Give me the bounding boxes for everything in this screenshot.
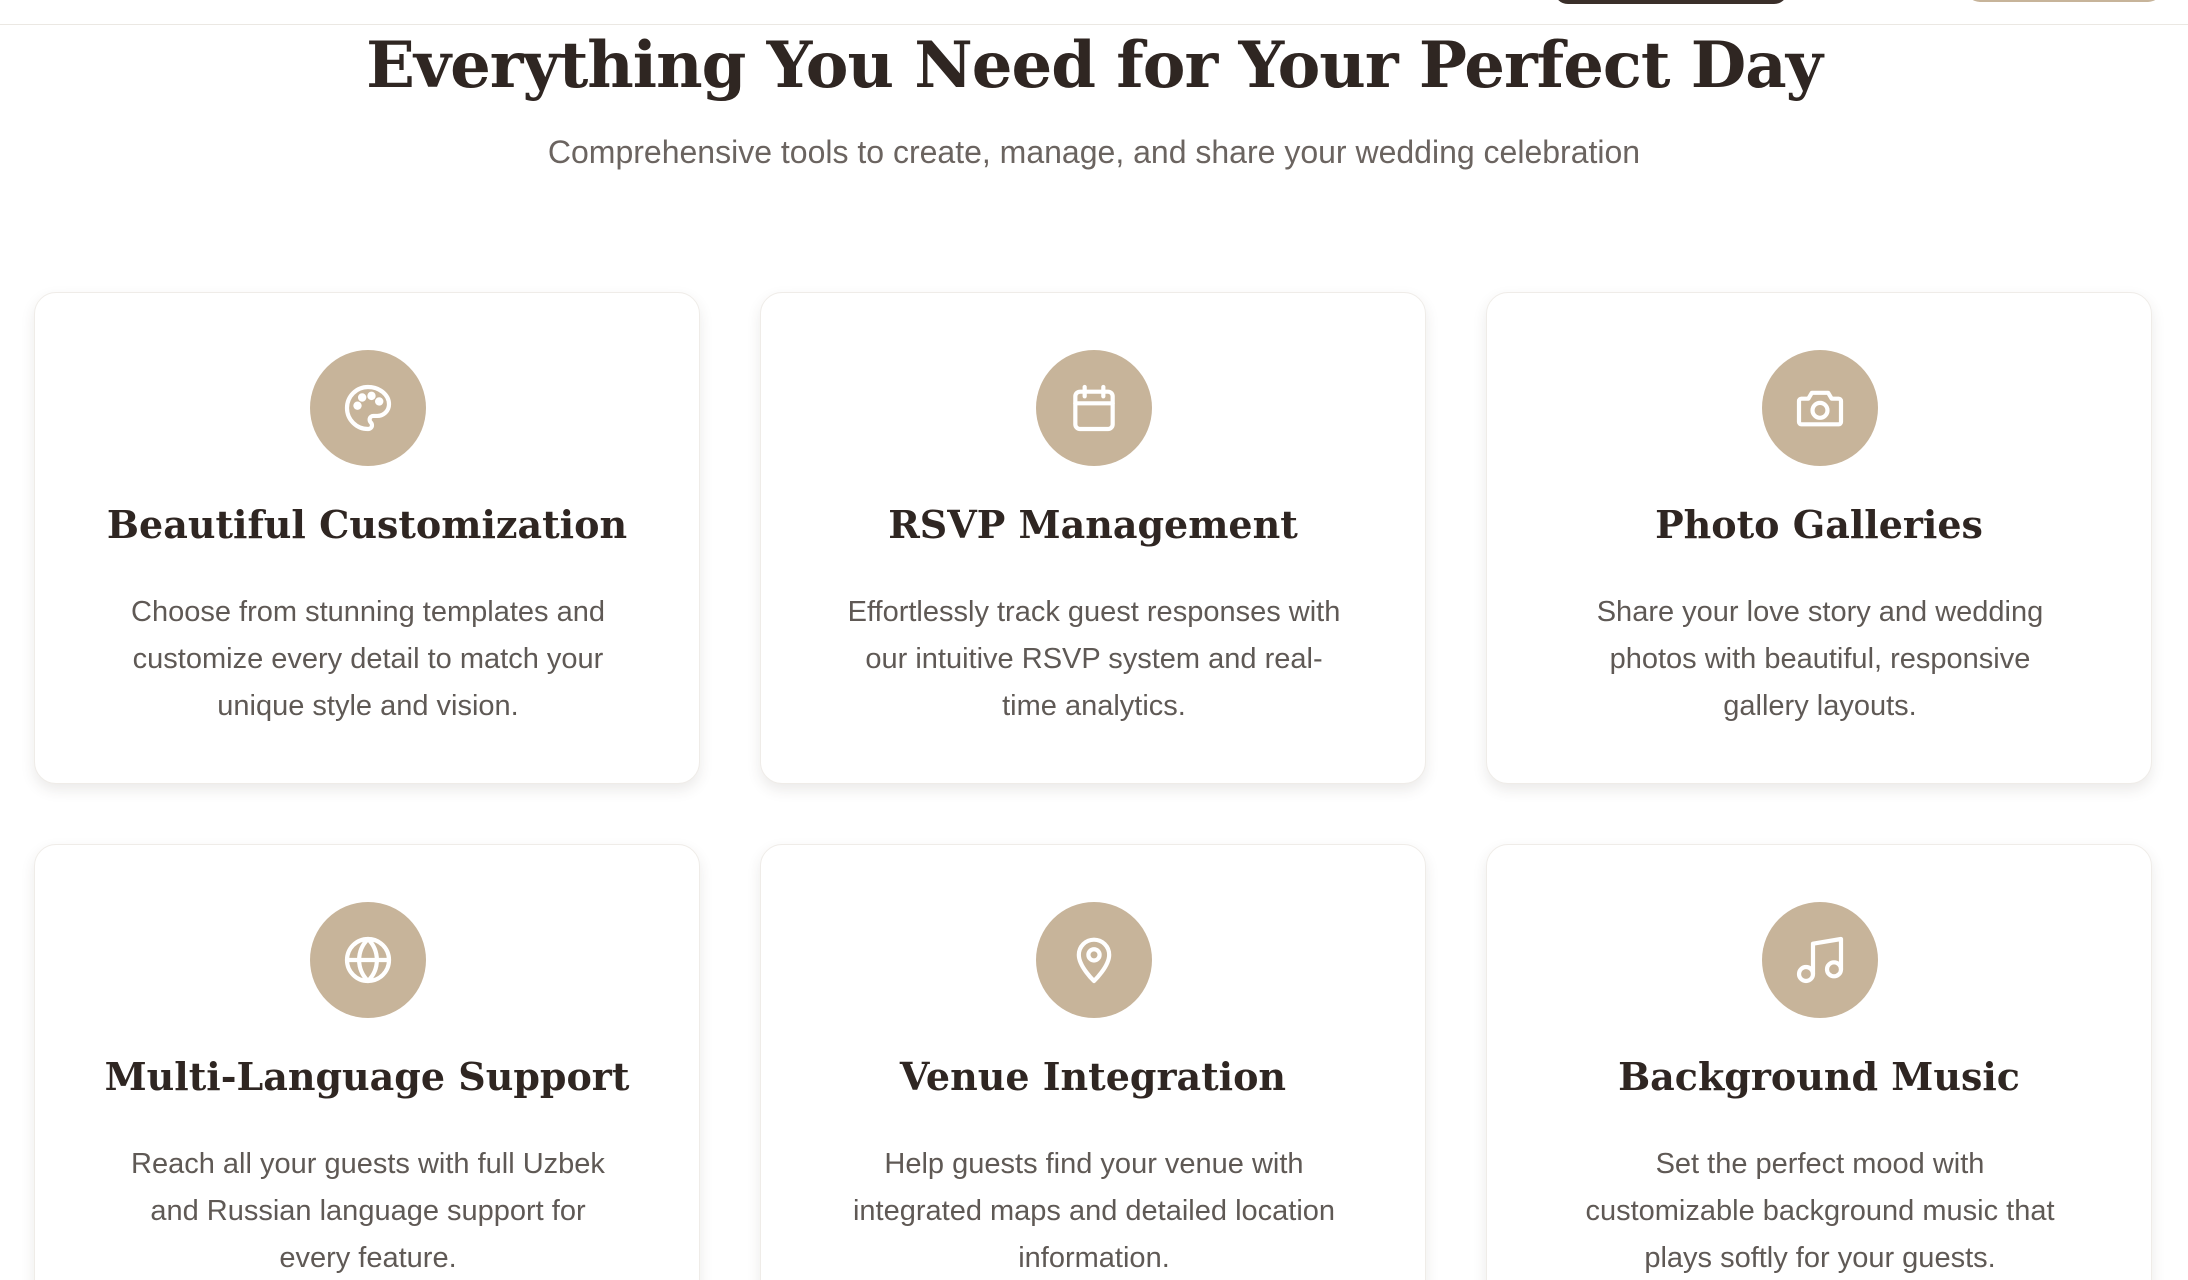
feature-card-rsvp: RSVP Management Effortlessly track guest… [760,292,1426,784]
feature-title: Beautiful Customization [106,502,628,547]
feature-card-venue: Venue Integration Help guests find your … [760,844,1426,1280]
feature-description: Set the perfect mood with customizable b… [1585,1148,2055,1274]
feature-description: Reach all your guests with full Uzbek an… [131,1148,605,1274]
music-note-icon [1762,902,1878,1018]
features-page: Everything You Need for Your Perfect Day… [0,0,2188,1280]
nav-outline-button[interactable] [1554,0,1788,4]
feature-card-customization: Beautiful Customization Choose from stun… [34,292,700,784]
feature-description: Help guests find your venue with integra… [852,1148,1336,1274]
feature-card-languages: Multi-Language Support Reach all your gu… [34,844,700,1280]
calendar-icon [1036,350,1152,466]
top-navigation-bar [0,0,2188,25]
feature-description: Choose from stunning templates and custo… [131,596,605,722]
camera-icon [1762,350,1878,466]
section-subtitle: Comprehensive tools to create, manage, a… [547,134,1641,170]
map-pin-icon [1036,902,1152,1018]
feature-title: RSVP Management [888,502,1298,547]
palette-icon [310,350,426,466]
feature-description: Effortlessly track guest responses with … [847,596,1341,722]
nav-primary-button[interactable] [1966,0,2162,2]
feature-description: Share your love story and wedding photos… [1596,596,2044,722]
feature-card-music: Background Music Set the perfect mood wi… [1486,844,2152,1280]
section-title: Everything You Need for Your Perfect Day [366,28,1823,103]
globe-icon [310,902,426,1018]
feature-title: Venue Integration [899,1054,1287,1099]
feature-card-photos: Photo Galleries Share your love story an… [1486,292,2152,784]
feature-title: Multi-Language Support [104,1054,630,1099]
feature-title: Photo Galleries [1655,502,1983,547]
feature-title: Background Music [1618,1054,2020,1099]
